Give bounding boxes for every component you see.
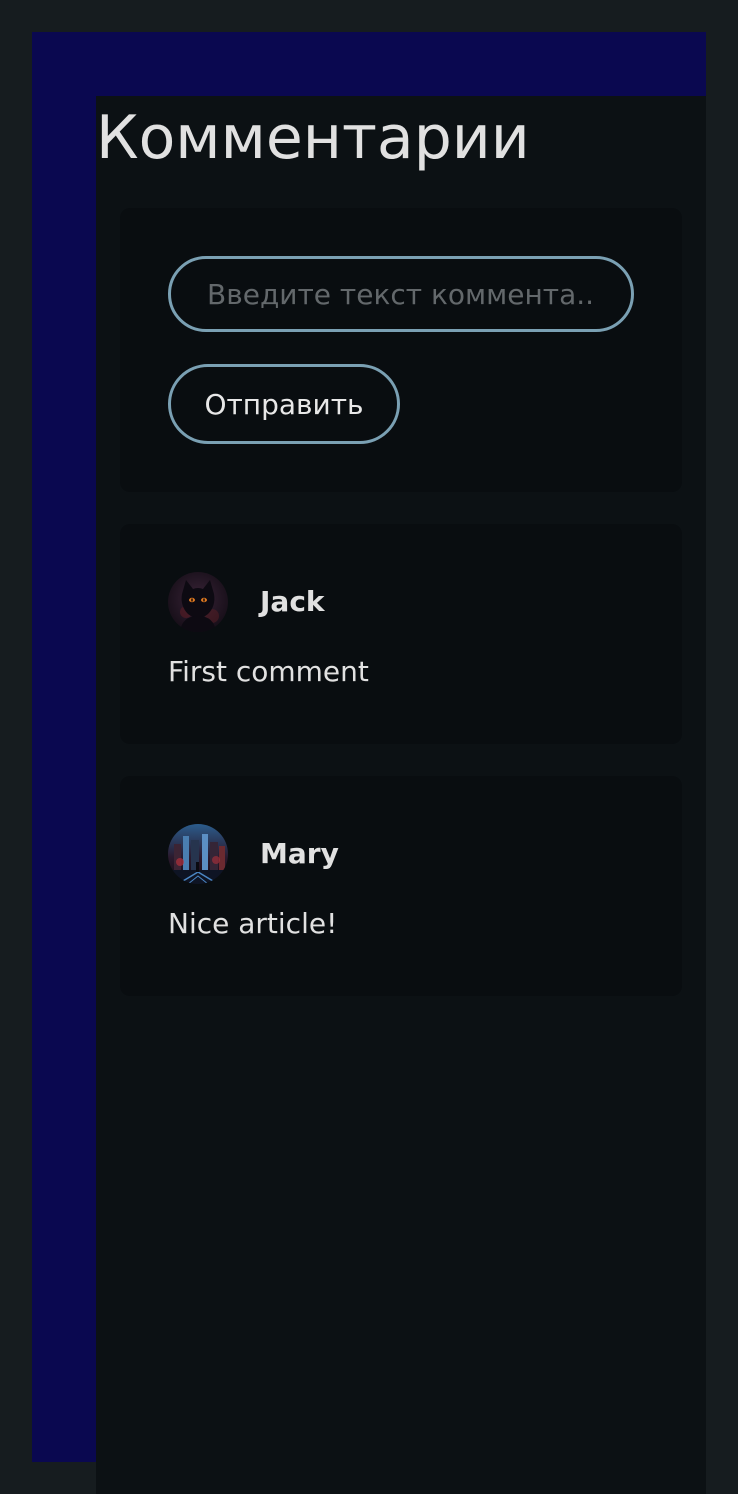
comment-author: Jack xyxy=(260,585,325,618)
comment-text: Nice article! xyxy=(168,907,338,940)
comment-card: Mary Nice article! xyxy=(120,776,682,996)
comment-card: Jack First comment xyxy=(120,524,682,744)
page-title: Комментарии xyxy=(96,103,530,173)
comment-input[interactable] xyxy=(168,256,634,332)
comment-form: Отправить xyxy=(120,208,682,492)
submit-button[interactable]: Отправить xyxy=(168,364,400,444)
black-cat-avatar-icon xyxy=(168,572,228,632)
comments-section: Комментарии Отправить xyxy=(96,96,706,1494)
comment-author: Mary xyxy=(260,837,339,870)
comment-text: First comment xyxy=(168,655,369,688)
night-city-avatar-icon xyxy=(168,824,228,884)
page-frame: Комментарии Отправить xyxy=(32,32,706,1494)
